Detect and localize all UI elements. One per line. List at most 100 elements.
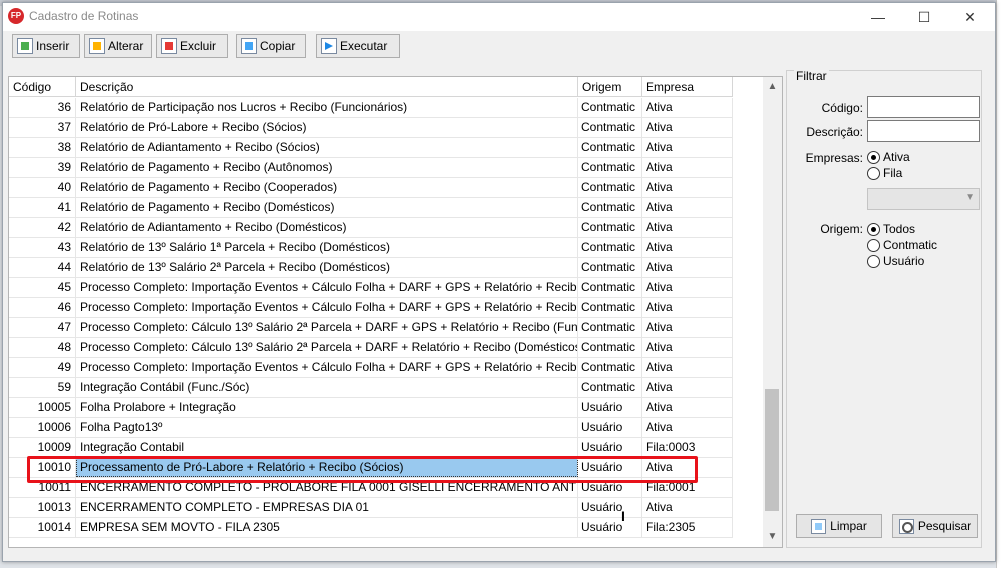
row-description-cell[interactable]: Relatório de Pagamento + Recibo (Domésti…: [76, 198, 578, 217]
table-row[interactable]: 10006 Folha Pagto13º Usuário Ativa: [9, 418, 733, 438]
table-row[interactable]: 44 Relatório de 13º Salário 2ª Parcela + …: [9, 258, 733, 278]
column-header-description[interactable]: Descrição: [76, 77, 578, 97]
row-origin-cell[interactable]: Usuário: [578, 518, 642, 537]
row-origin-cell[interactable]: Contmatic: [578, 98, 642, 117]
row-company-cell[interactable]: Ativa: [642, 238, 733, 257]
row-description-cell[interactable]: Integração Contábil (Func./Sóc): [76, 378, 578, 397]
row-code-cell[interactable]: 10005: [9, 398, 76, 417]
companies-radio-fila[interactable]: Fila: [867, 166, 902, 180]
row-company-cell[interactable]: Ativa: [642, 378, 733, 397]
row-code-cell[interactable]: 10014: [9, 518, 76, 537]
row-origin-cell[interactable]: Contmatic: [578, 338, 642, 357]
row-description-cell[interactable]: ENCERRAMENTO COMPLETO - EMPRESAS DIA 01: [76, 498, 578, 517]
row-company-cell[interactable]: Ativa: [642, 118, 733, 137]
maximize-button[interactable]: ☐: [901, 3, 947, 31]
row-code-cell[interactable]: 45: [9, 278, 76, 297]
row-code-cell[interactable]: 42: [9, 218, 76, 237]
table-row[interactable]: 36 Relatório de Participação nos Lucros +…: [9, 98, 733, 118]
table-row[interactable]: 48 Processo Completo: Cálculo 13º Salário…: [9, 338, 733, 358]
row-origin-cell[interactable]: Usuário: [578, 498, 642, 517]
row-origin-cell[interactable]: Contmatic: [578, 158, 642, 177]
row-description-cell[interactable]: Relatório de 13º Salário 2ª Parcela + Re…: [76, 258, 578, 277]
row-company-cell[interactable]: Ativa: [642, 358, 733, 377]
edit-button[interactable]: Alterar: [84, 34, 152, 58]
column-header-origin[interactable]: Origem: [578, 77, 642, 97]
row-origin-cell[interactable]: Usuário: [578, 398, 642, 417]
row-company-cell[interactable]: Ativa: [642, 218, 733, 237]
insert-button[interactable]: Inserir: [12, 34, 80, 58]
row-company-cell[interactable]: Fila:0003: [642, 438, 733, 457]
table-row[interactable]: 10009 Integração Contabil Usuário Fila:0003: [9, 438, 733, 458]
close-button[interactable]: ✕: [947, 3, 993, 31]
row-description-cell[interactable]: Relatório de Participação nos Lucros + R…: [76, 98, 578, 117]
table-row[interactable]: 10005 Folha Prolabore + Integração Usuário…: [9, 398, 733, 418]
row-origin-cell[interactable]: Contmatic: [578, 198, 642, 217]
row-code-cell[interactable]: 39: [9, 158, 76, 177]
row-company-cell[interactable]: Ativa: [642, 418, 733, 437]
row-company-cell[interactable]: Ativa: [642, 398, 733, 417]
table-row[interactable]: 43 Relatório de 13º Salário 1ª Parcela + …: [9, 238, 733, 258]
scroll-thumb[interactable]: [765, 389, 779, 511]
row-code-cell[interactable]: 10013: [9, 498, 76, 517]
row-description-cell[interactable]: Processo Completo: Importação Eventos + …: [76, 278, 578, 297]
row-code-cell[interactable]: 46: [9, 298, 76, 317]
row-origin-cell[interactable]: Contmatic: [578, 358, 642, 377]
row-origin-cell[interactable]: Contmatic: [578, 178, 642, 197]
search-button[interactable]: Pesquisar: [892, 514, 978, 538]
row-company-cell[interactable]: Ativa: [642, 138, 733, 157]
column-header-company[interactable]: Empresa: [642, 77, 733, 97]
table-row[interactable]: 59 Integração Contábil (Func./Sóc) Contmat…: [9, 378, 733, 398]
row-company-cell[interactable]: Ativa: [642, 258, 733, 277]
row-code-cell[interactable]: 10006: [9, 418, 76, 437]
row-origin-cell[interactable]: Contmatic: [578, 318, 642, 337]
row-description-cell[interactable]: Relatório de 13º Salário 1ª Parcela + Re…: [76, 238, 578, 257]
row-origin-cell[interactable]: Contmatic: [578, 298, 642, 317]
origin-radio-contmatic[interactable]: Contmatic: [867, 238, 937, 252]
row-description-cell[interactable]: EMPRESA SEM MOVTO - FILA 2305: [76, 518, 578, 537]
column-header-code[interactable]: Código: [9, 77, 76, 97]
row-code-cell[interactable]: 41: [9, 198, 76, 217]
row-description-cell[interactable]: Processo Completo: Cálculo 13º Salário 2…: [76, 318, 578, 337]
row-code-cell[interactable]: 40: [9, 178, 76, 197]
row-code-cell[interactable]: 47: [9, 318, 76, 337]
companies-radio-ativa[interactable]: Ativa: [867, 150, 910, 164]
table-row[interactable]: 45 Processo Completo: Importação Eventos …: [9, 278, 733, 298]
row-code-cell[interactable]: 48: [9, 338, 76, 357]
table-row[interactable]: 38 Relatório de Adiantamento + Recibo (Só…: [9, 138, 733, 158]
row-origin-cell[interactable]: Contmatic: [578, 238, 642, 257]
row-origin-cell[interactable]: Contmatic: [578, 218, 642, 237]
row-company-cell[interactable]: Ativa: [642, 178, 733, 197]
scroll-up-icon[interactable]: ▲: [763, 78, 782, 96]
row-code-cell[interactable]: 10009: [9, 438, 76, 457]
row-code-cell[interactable]: 38: [9, 138, 76, 157]
table-row[interactable]: 42 Relatório de Adiantamento + Recibo (Do…: [9, 218, 733, 238]
row-company-cell[interactable]: Ativa: [642, 198, 733, 217]
clear-button[interactable]: Limpar: [796, 514, 882, 538]
row-description-cell[interactable]: Relatório de Pagamento + Recibo (Coopera…: [76, 178, 578, 197]
origin-radio-usuario[interactable]: Usuário: [867, 254, 924, 268]
row-description-cell[interactable]: Integração Contabil: [76, 438, 578, 457]
row-code-cell[interactable]: 44: [9, 258, 76, 277]
run-button[interactable]: Executar: [316, 34, 400, 58]
row-origin-cell[interactable]: Usuário: [578, 438, 642, 457]
row-company-cell[interactable]: Ativa: [642, 98, 733, 117]
row-description-cell[interactable]: Folha Prolabore + Integração: [76, 398, 578, 417]
row-description-cell[interactable]: Processo Completo: Importação Eventos + …: [76, 298, 578, 317]
row-company-cell[interactable]: Ativa: [642, 498, 733, 517]
delete-button[interactable]: Excluir: [156, 34, 228, 58]
row-origin-cell[interactable]: Contmatic: [578, 138, 642, 157]
row-code-cell[interactable]: 49: [9, 358, 76, 377]
row-description-cell[interactable]: Processo Completo: Importação Eventos + …: [76, 358, 578, 377]
row-description-cell[interactable]: Relatório de Pagamento + Recibo (Autônom…: [76, 158, 578, 177]
row-description-cell[interactable]: Folha Pagto13º: [76, 418, 578, 437]
table-row[interactable]: 39 Relatório de Pagamento + Recibo (Autôn…: [9, 158, 733, 178]
vertical-scrollbar[interactable]: ▲ ▼: [763, 77, 782, 547]
row-origin-cell[interactable]: Contmatic: [578, 118, 642, 137]
row-origin-cell[interactable]: Contmatic: [578, 278, 642, 297]
row-description-cell[interactable]: Processo Completo: Cálculo 13º Salário 2…: [76, 338, 578, 357]
row-description-cell[interactable]: Relatório de Pró-Labore + Recibo (Sócios…: [76, 118, 578, 137]
scroll-down-icon[interactable]: ▼: [763, 528, 782, 546]
row-company-cell[interactable]: Fila:2305: [642, 518, 733, 537]
description-filter-input[interactable]: [867, 120, 980, 142]
table-row[interactable]: 37 Relatório de Pró-Labore + Recibo (Sóci…: [9, 118, 733, 138]
